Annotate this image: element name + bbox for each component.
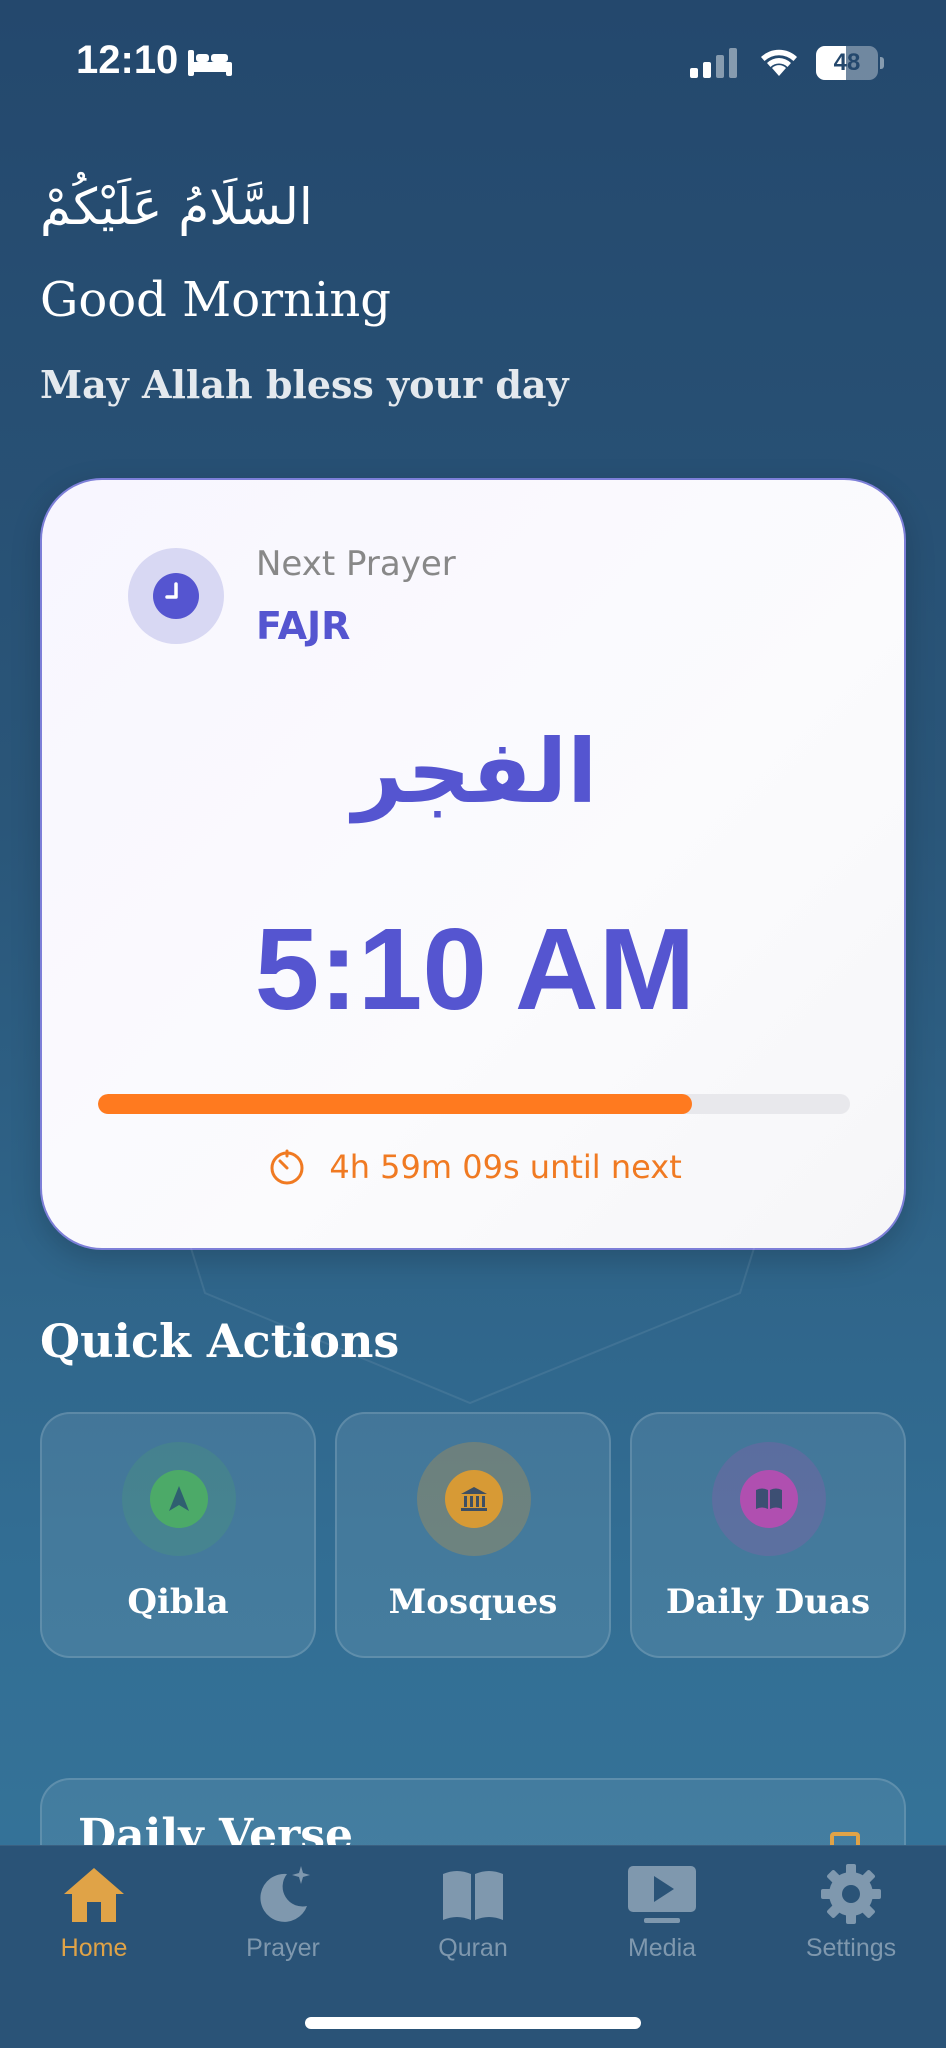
book-icon — [756, 1488, 782, 1509]
tab-prayer-label: Prayer — [246, 1934, 320, 1962]
tab-media[interactable]: Media — [582, 1862, 742, 1982]
greeting-title: Good Morning — [40, 272, 392, 328]
wifi-icon — [761, 49, 797, 76]
prayer-time: 5:10 AM — [254, 904, 696, 1034]
next-prayer-label: Next Prayer — [256, 544, 456, 584]
countdown-text: 4h 59m 09s until next — [329, 1148, 682, 1186]
qibla-label: Qibla — [127, 1582, 229, 1622]
battery-icon: 48 — [816, 46, 884, 80]
gear-icon — [821, 1864, 881, 1924]
clock-icon — [153, 573, 199, 619]
tab-bar: Home Prayer Quran Media Settings — [0, 1845, 946, 2048]
daily-duas-label: Daily Duas — [665, 1582, 871, 1622]
tab-quran-label: Quran — [438, 1934, 508, 1962]
tab-settings-label: Settings — [805, 1934, 897, 1962]
tab-prayer[interactable]: Prayer — [203, 1862, 363, 1982]
prayer-progress-fill — [98, 1094, 693, 1114]
countdown: 4h 59m 09s until next — [42, 1148, 908, 1194]
prayer-name: FAJR — [256, 604, 351, 648]
greeting-subtitle: May Allah bless your day — [40, 362, 569, 407]
mosques-button[interactable]: Mosques — [335, 1412, 611, 1658]
play-screen-icon — [628, 1866, 696, 1923]
house-icon — [64, 1868, 124, 1922]
status-time: 12:10 — [76, 38, 179, 82]
quick-actions-title: Quick Actions — [40, 1314, 400, 1368]
tab-settings[interactable]: Settings — [771, 1862, 931, 1982]
bed-icon — [188, 50, 232, 76]
moon-stars-icon — [260, 1866, 310, 1922]
tab-home[interactable]: Home — [14, 1862, 174, 1982]
clock-icon-badge — [128, 548, 224, 644]
home-indicator — [305, 2017, 641, 2029]
timer-icon — [270, 1149, 304, 1185]
qibla-button[interactable]: Qibla — [40, 1412, 316, 1658]
prayer-arabic-name: الفجر — [352, 720, 598, 823]
tab-home-label: Home — [60, 1934, 128, 1962]
arabic-greeting: السَّلَامُ عَلَيْكُمْ — [40, 178, 313, 236]
tab-media-label: Media — [627, 1934, 697, 1962]
battery-level: 48 — [833, 49, 861, 76]
daily-duas-button[interactable]: Daily Duas — [630, 1412, 906, 1658]
cellular-signal-icon — [690, 48, 737, 78]
mosque-building-icon — [461, 1487, 487, 1511]
mosques-label: Mosques — [388, 1582, 558, 1622]
open-book-icon — [443, 1871, 503, 1920]
compass-arrow-icon — [169, 1486, 189, 1511]
status-bar: 12:10 48 — [0, 0, 946, 125]
prayer-progress-bar — [98, 1094, 850, 1114]
next-prayer-card[interactable]: Next Prayer FAJR الفجر 5:10 AM 4h 59m 09… — [40, 478, 906, 1250]
tab-quran[interactable]: Quran — [393, 1862, 553, 1982]
